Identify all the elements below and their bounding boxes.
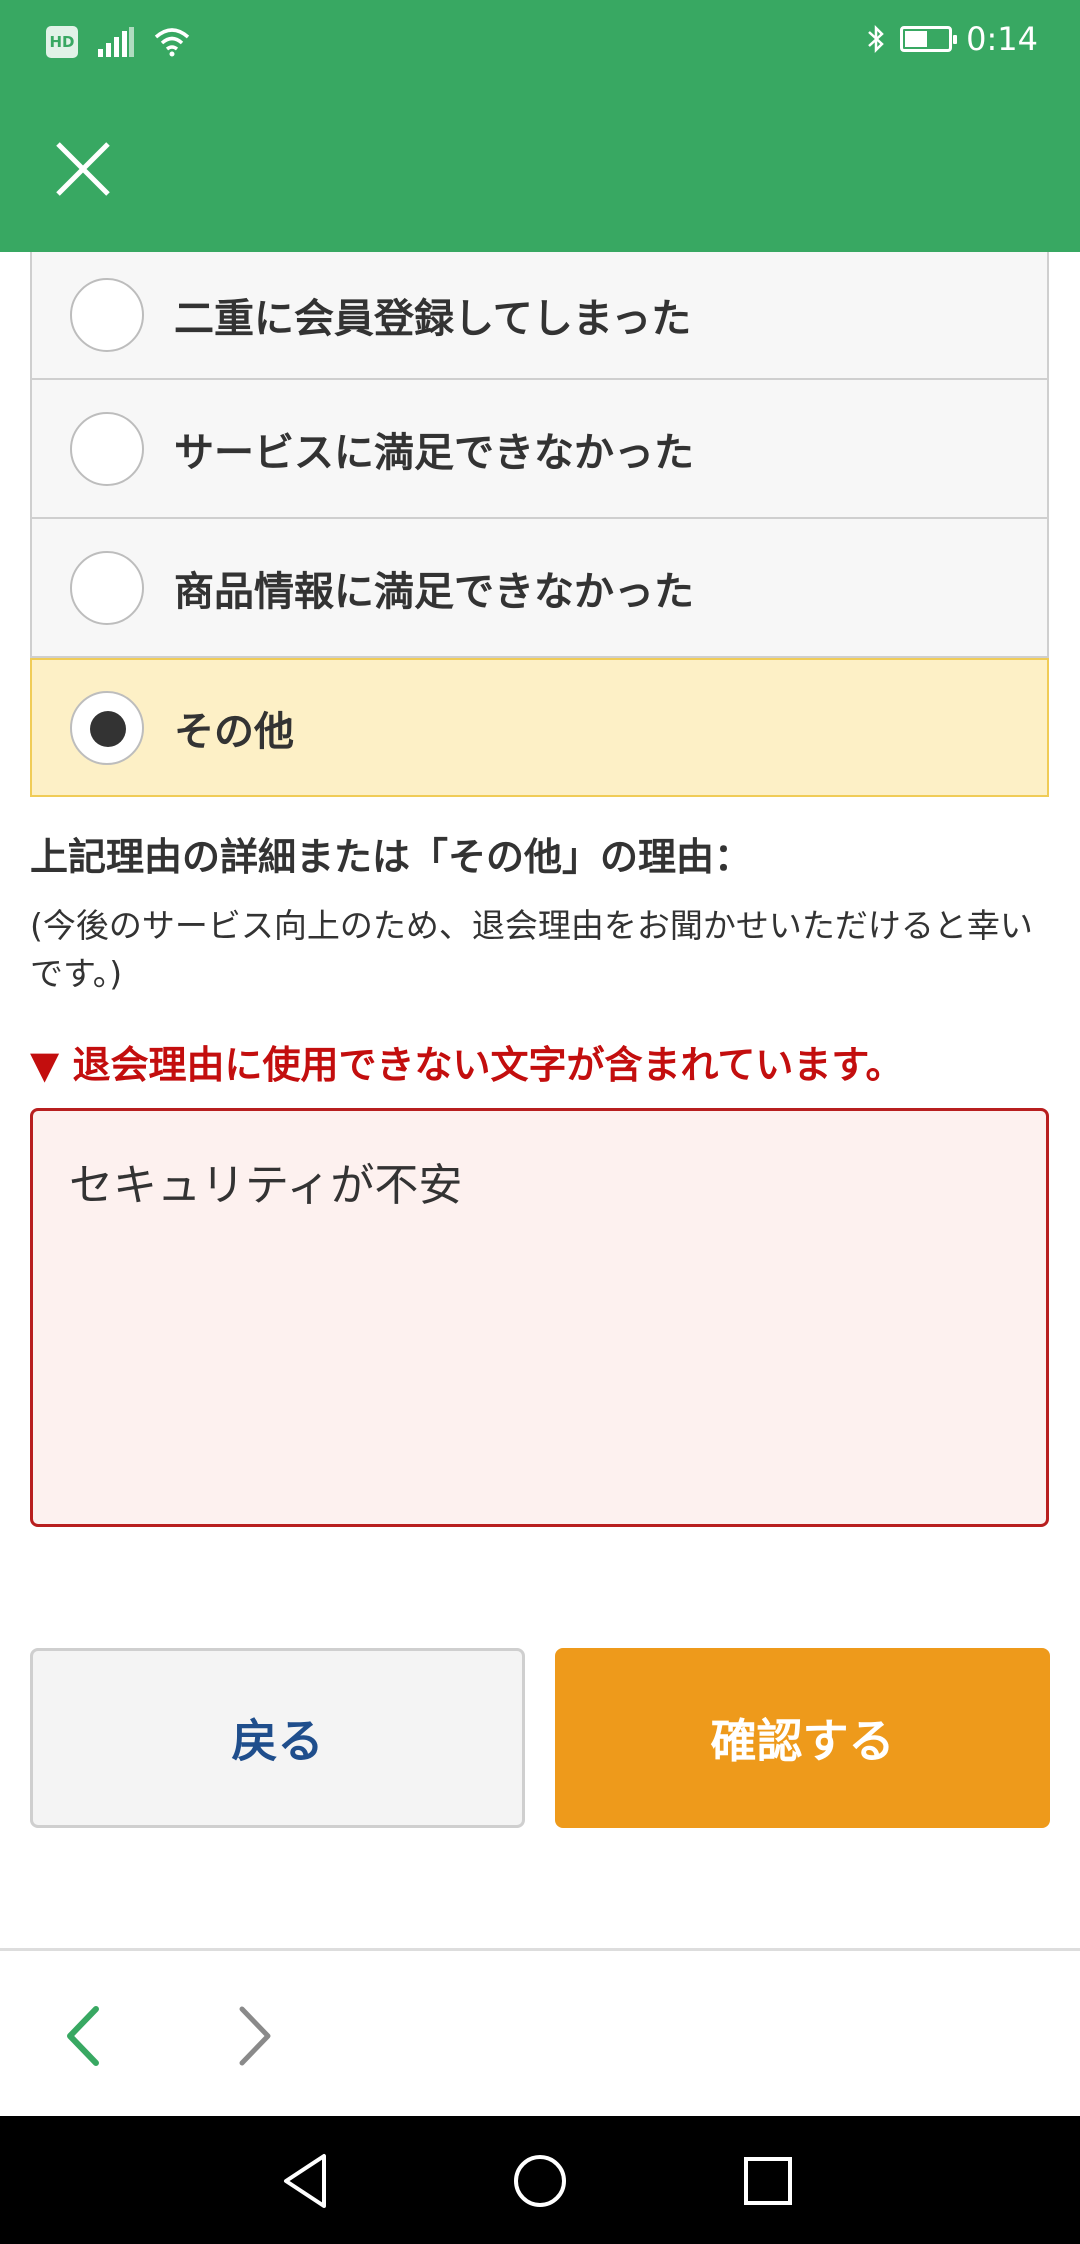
- chevron-right-icon[interactable]: [228, 2001, 278, 2071]
- radio-label: サービスに満足できなかった: [174, 429, 694, 476]
- battery-icon: [900, 26, 958, 52]
- radio-option-duplicate[interactable]: 二重に会員登録してしまった: [30, 252, 1049, 380]
- status-bar: HD 0:14: [0, 0, 1080, 84]
- radio-option-other[interactable]: その他: [30, 658, 1049, 797]
- status-right: 0:14: [866, 20, 1038, 58]
- hd-badge: HD: [46, 26, 78, 58]
- bluetooth-icon: [868, 24, 884, 54]
- radio-label: その他: [174, 708, 294, 755]
- reason-textarea[interactable]: セキュリティが不安: [30, 1108, 1049, 1527]
- wifi-icon: [154, 28, 190, 57]
- radio-dot: [90, 710, 126, 747]
- reason-radio-list: 二重に会員登録してしまった サービスに満足できなかった 商品情報に満足できなかっ…: [30, 252, 1049, 797]
- radio-option-product-info[interactable]: 商品情報に満足できなかった: [30, 519, 1049, 658]
- close-icon[interactable]: [50, 136, 116, 202]
- signal-icon: [98, 27, 134, 57]
- radio-label: 二重に会員登録してしまった: [174, 296, 692, 342]
- radio-button[interactable]: [70, 411, 144, 486]
- radio-option-service[interactable]: サービスに満足できなかった: [30, 380, 1049, 519]
- chevron-left-icon[interactable]: [60, 2001, 110, 2071]
- radio-button[interactable]: [70, 550, 144, 625]
- back-button[interactable]: 戻る: [30, 1648, 525, 1828]
- detail-note: (今後のサービス向上のため、退会理由をお聞かせいただけると幸いです。): [30, 906, 1033, 993]
- triangle-back-icon[interactable]: [272, 2146, 342, 2216]
- confirm-button[interactable]: 確認する: [555, 1648, 1050, 1828]
- system-nav-bar: [0, 2116, 1080, 2244]
- radio-label: 商品情報に満足できなかった: [174, 568, 694, 615]
- status-time: 0:14: [966, 20, 1038, 58]
- error-message: ▼ 退会理由に使用できない文字が含まれています。: [30, 1043, 904, 1087]
- square-recent-icon[interactable]: [733, 2146, 803, 2216]
- radio-button[interactable]: [70, 278, 144, 352]
- status-left: HD: [46, 26, 190, 58]
- circle-home-icon[interactable]: [505, 2146, 575, 2216]
- detail-title: 上記理由の詳細または「その他」の理由：: [30, 835, 753, 879]
- app-header: HD 0:14: [0, 0, 1080, 252]
- browser-toolbar: [0, 1948, 1080, 2116]
- radio-button-selected[interactable]: [70, 690, 144, 765]
